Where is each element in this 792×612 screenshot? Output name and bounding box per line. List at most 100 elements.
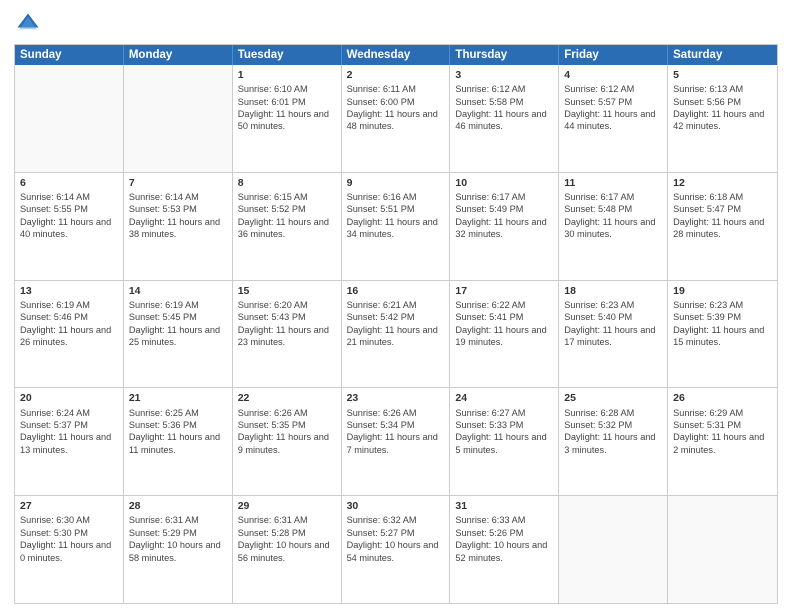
cell-text-line: Sunset: 5:32 PM xyxy=(564,420,632,430)
cell-text-line: Sunrise: 6:14 AM xyxy=(20,192,90,202)
cell-text-line: Sunrise: 6:22 AM xyxy=(455,300,525,310)
cell-text-line: Sunset: 5:28 PM xyxy=(238,528,306,538)
cell-text-line: Sunrise: 6:23 AM xyxy=(564,300,634,310)
cal-cell: 24Sunrise: 6:27 AMSunset: 5:33 PMDayligh… xyxy=(450,388,559,495)
cell-text-line: Sunrise: 6:12 AM xyxy=(455,84,525,94)
cal-cell: 9Sunrise: 6:16 AMSunset: 5:51 PMDaylight… xyxy=(342,173,451,280)
cell-text-line: Sunset: 5:31 PM xyxy=(673,420,741,430)
cell-text-line: Sunset: 5:35 PM xyxy=(238,420,306,430)
cell-text-line: Daylight: 11 hours and 15 minutes. xyxy=(673,325,764,347)
day-number: 29 xyxy=(238,499,336,513)
header xyxy=(14,10,778,38)
cal-cell: 25Sunrise: 6:28 AMSunset: 5:32 PMDayligh… xyxy=(559,388,668,495)
cal-cell xyxy=(668,496,777,603)
logo-icon xyxy=(14,10,42,38)
cell-text-line: Daylight: 11 hours and 44 minutes. xyxy=(564,109,655,131)
day-number: 17 xyxy=(455,284,553,298)
calendar: SundayMondayTuesdayWednesdayThursdayFrid… xyxy=(14,44,778,604)
header-day-wednesday: Wednesday xyxy=(342,45,451,65)
day-number: 1 xyxy=(238,68,336,82)
cell-text-line: Sunset: 5:53 PM xyxy=(129,204,197,214)
cal-cell: 13Sunrise: 6:19 AMSunset: 5:46 PMDayligh… xyxy=(15,281,124,388)
cell-text-line: Daylight: 11 hours and 38 minutes. xyxy=(129,217,220,239)
day-number: 7 xyxy=(129,176,227,190)
cell-text-line: Sunrise: 6:24 AM xyxy=(20,408,90,418)
cell-text-line: Sunset: 5:51 PM xyxy=(347,204,415,214)
cell-text-line: Daylight: 11 hours and 2 minutes. xyxy=(673,432,764,454)
day-number: 21 xyxy=(129,391,227,405)
cal-cell: 23Sunrise: 6:26 AMSunset: 5:34 PMDayligh… xyxy=(342,388,451,495)
cal-cell: 3Sunrise: 6:12 AMSunset: 5:58 PMDaylight… xyxy=(450,65,559,172)
cell-text-line: Sunrise: 6:17 AM xyxy=(455,192,525,202)
cell-text-line: Sunset: 5:48 PM xyxy=(564,204,632,214)
day-number: 24 xyxy=(455,391,553,405)
cal-cell: 4Sunrise: 6:12 AMSunset: 5:57 PMDaylight… xyxy=(559,65,668,172)
day-number: 15 xyxy=(238,284,336,298)
cell-text-line: Sunset: 5:52 PM xyxy=(238,204,306,214)
cal-cell xyxy=(15,65,124,172)
day-number: 3 xyxy=(455,68,553,82)
cal-cell: 15Sunrise: 6:20 AMSunset: 5:43 PMDayligh… xyxy=(233,281,342,388)
cal-cell: 31Sunrise: 6:33 AMSunset: 5:26 PMDayligh… xyxy=(450,496,559,603)
cell-text-line: Sunrise: 6:11 AM xyxy=(347,84,416,94)
day-number: 14 xyxy=(129,284,227,298)
cal-cell: 2Sunrise: 6:11 AMSunset: 6:00 PMDaylight… xyxy=(342,65,451,172)
cell-text-line: Sunset: 6:01 PM xyxy=(238,97,306,107)
cal-cell: 26Sunrise: 6:29 AMSunset: 5:31 PMDayligh… xyxy=(668,388,777,495)
cal-cell: 27Sunrise: 6:30 AMSunset: 5:30 PMDayligh… xyxy=(15,496,124,603)
cell-text-line: Daylight: 11 hours and 42 minutes. xyxy=(673,109,764,131)
cell-text-line: Sunrise: 6:27 AM xyxy=(455,408,525,418)
cell-text-line: Sunset: 5:45 PM xyxy=(129,312,197,322)
cell-text-line: Sunset: 5:55 PM xyxy=(20,204,88,214)
cal-cell: 11Sunrise: 6:17 AMSunset: 5:48 PMDayligh… xyxy=(559,173,668,280)
cell-text-line: Sunrise: 6:19 AM xyxy=(20,300,90,310)
cal-cell: 16Sunrise: 6:21 AMSunset: 5:42 PMDayligh… xyxy=(342,281,451,388)
day-number: 16 xyxy=(347,284,445,298)
cell-text-line: Sunrise: 6:32 AM xyxy=(347,515,417,525)
cell-text-line: Sunset: 5:33 PM xyxy=(455,420,523,430)
cell-text-line: Sunset: 5:26 PM xyxy=(455,528,523,538)
cell-text-line: Daylight: 10 hours and 52 minutes. xyxy=(455,540,547,562)
cal-cell: 21Sunrise: 6:25 AMSunset: 5:36 PMDayligh… xyxy=(124,388,233,495)
cell-text-line: Sunrise: 6:10 AM xyxy=(238,84,308,94)
calendar-body: 1 Sunrise: 6:10 AM Sunset: 6:01 PM Daylight… xyxy=(15,65,777,603)
cal-row-4: 27Sunrise: 6:30 AMSunset: 5:30 PMDayligh… xyxy=(15,496,777,603)
header-day-monday: Monday xyxy=(124,45,233,65)
cell-text-line: Daylight: 11 hours and 28 minutes. xyxy=(673,217,764,239)
cal-row-0: 1 Sunrise: 6:10 AM Sunset: 6:01 PM Daylight… xyxy=(15,65,777,173)
cell-text-line: Sunset: 5:40 PM xyxy=(564,312,632,322)
day-number: 25 xyxy=(564,391,662,405)
day-number: 19 xyxy=(673,284,772,298)
cell-text-line: Sunset: 5:43 PM xyxy=(238,312,306,322)
day-number: 10 xyxy=(455,176,553,190)
cell-text-line: Sunrise: 6:14 AM xyxy=(129,192,199,202)
cell-text-line: Sunset: 6:00 PM xyxy=(347,97,415,107)
cal-cell: 5Sunrise: 6:13 AMSunset: 5:56 PMDaylight… xyxy=(668,65,777,172)
cell-text-line: Sunset: 5:39 PM xyxy=(673,312,741,322)
cell-text-line: Sunrise: 6:17 AM xyxy=(564,192,634,202)
day-number: 5 xyxy=(673,68,772,82)
cal-row-2: 13 Sunrise: 6:19 AM Sunset: 5:46 PM Dayligh… xyxy=(15,281,777,389)
day-number: 28 xyxy=(129,499,227,513)
cell-text-line: Daylight: 10 hours and 58 minutes. xyxy=(129,540,221,562)
day-number: 13 xyxy=(20,284,118,298)
cell-text-line: Sunset: 5:46 PM xyxy=(20,312,88,322)
cell-text-line: Daylight: 11 hours and 30 minutes. xyxy=(564,217,655,239)
cell-text-line: Sunrise: 6:28 AM xyxy=(564,408,634,418)
cal-cell xyxy=(124,65,233,172)
cell-text-line: Sunrise: 6:26 AM xyxy=(347,408,417,418)
cell-text-line: Sunrise: 6:23 AM xyxy=(673,300,743,310)
cell-text-line: Sunrise: 6:12 AM xyxy=(564,84,634,94)
page: SundayMondayTuesdayWednesdayThursdayFrid… xyxy=(0,0,792,612)
cal-cell xyxy=(559,496,668,603)
cal-row-3: 20Sunrise: 6:24 AMSunset: 5:37 PMDayligh… xyxy=(15,388,777,496)
cell-text-line: Daylight: 11 hours and 17 minutes. xyxy=(564,325,655,347)
header-day-friday: Friday xyxy=(559,45,668,65)
cal-cell: 20Sunrise: 6:24 AMSunset: 5:37 PMDayligh… xyxy=(15,388,124,495)
cell-text-line: Sunrise: 6:19 AM xyxy=(129,300,199,310)
cell-text-line: Daylight: 11 hours and 9 minutes. xyxy=(238,432,329,454)
cell-text-line: Daylight: 11 hours and 32 minutes. xyxy=(455,217,546,239)
cell-text-line: Sunrise: 6:25 AM xyxy=(129,408,199,418)
cell-text-line: Daylight: 11 hours and 34 minutes. xyxy=(347,217,438,239)
cal-cell: 10Sunrise: 6:17 AMSunset: 5:49 PMDayligh… xyxy=(450,173,559,280)
